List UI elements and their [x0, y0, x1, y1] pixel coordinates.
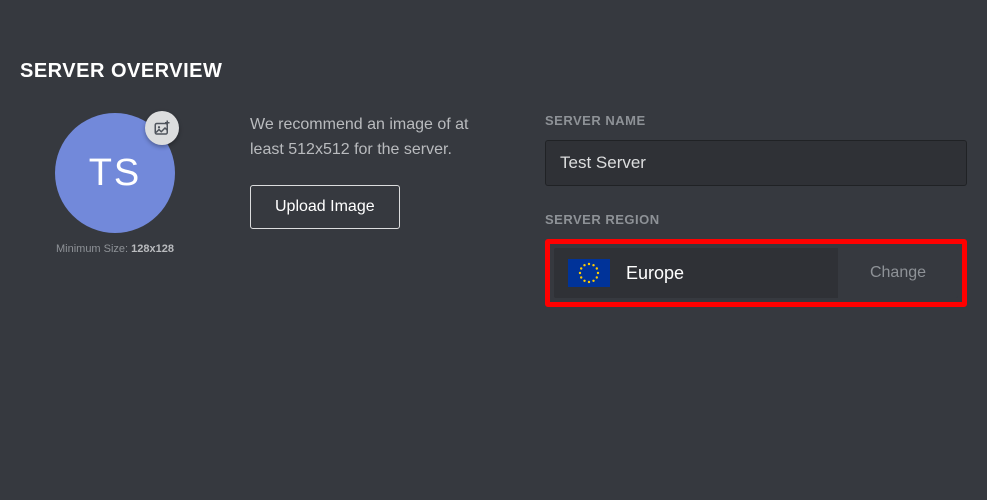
form-column: SERVER NAME SERVER REGION	[545, 113, 967, 307]
content-row: TS Minimum Size: 128x128 We recommend an…	[20, 113, 967, 307]
region-display: Europe	[554, 248, 838, 298]
server-name-label: SERVER NAME	[545, 113, 967, 128]
upload-image-icon[interactable]	[145, 111, 179, 145]
avatar-column: TS Minimum Size: 128x128	[20, 113, 210, 307]
upload-column: We recommend an image of at least 512x51…	[250, 113, 505, 307]
upload-image-button[interactable]: Upload Image	[250, 185, 400, 229]
region-name: Europe	[626, 263, 684, 284]
eu-flag-icon	[568, 259, 610, 287]
server-region-row: Europe Change	[554, 248, 958, 298]
min-size-hint: Minimum Size: 128x128	[56, 243, 174, 255]
server-name-input[interactable]	[545, 140, 967, 186]
server-avatar-wrap[interactable]: TS	[55, 113, 175, 233]
change-region-button[interactable]: Change	[838, 248, 958, 298]
min-size-label: Minimum Size:	[56, 243, 131, 255]
min-size-value: 128x128	[131, 243, 174, 255]
region-highlight: Europe Change	[545, 239, 967, 307]
upload-recommendation: We recommend an image of at least 512x51…	[250, 113, 505, 163]
avatar-initials: TS	[89, 152, 142, 195]
page-title: SERVER OVERVIEW	[20, 60, 967, 83]
server-region-label: SERVER REGION	[545, 212, 967, 227]
image-add-icon	[153, 119, 171, 137]
